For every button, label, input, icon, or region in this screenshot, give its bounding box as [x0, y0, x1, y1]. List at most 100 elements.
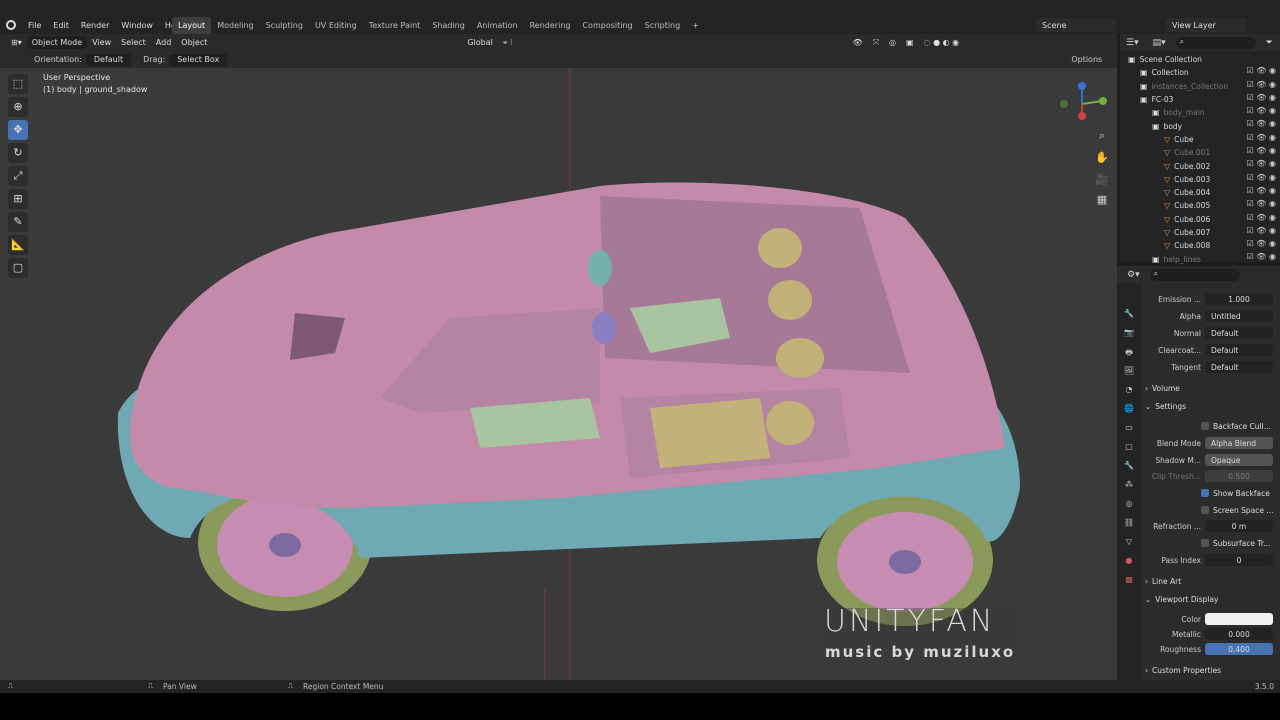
measure-tool-icon[interactable]: 📐	[8, 235, 28, 255]
visibility-toggle-icons[interactable]: ☑ 👁 ◉	[1247, 146, 1276, 155]
outliner-row[interactable]: ▣ body_main ☑ 👁 ◉	[1120, 106, 1280, 119]
clearcoat-field[interactable]: Default	[1205, 344, 1273, 356]
snap-icon[interactable]: ⌖ ⁝	[498, 36, 518, 49]
normal-field[interactable]: Default	[1205, 327, 1273, 339]
physics-tab-icon[interactable]: ◎	[1126, 499, 1133, 510]
color-swatch[interactable]	[1205, 613, 1273, 625]
zoom-icon[interactable]: ⌕	[1094, 128, 1110, 144]
alpha-field[interactable]: Untitled	[1205, 310, 1273, 322]
tab-rendering[interactable]: Rendering	[524, 17, 577, 34]
tool-tab-icon[interactable]: 🔧	[1124, 309, 1134, 320]
visibility-toggle-icons[interactable]: ☑ 👁 ◉	[1247, 66, 1276, 75]
emission-field[interactable]: 1.000	[1205, 293, 1273, 305]
add-cube-tool-icon[interactable]: ▢	[8, 258, 28, 278]
visibility-icon[interactable]: 👁	[847, 36, 867, 49]
outliner-row[interactable]: ▽ Cube.007 ☑ 👁 ◉	[1120, 226, 1280, 239]
subsurface-checkbox[interactable]: Subsurface Tr...	[1201, 536, 1270, 550]
constraints-tab-icon[interactable]: ⛓	[1124, 518, 1134, 529]
outliner-row[interactable]: ▽ Cube.004 ☑ 👁 ◉	[1120, 186, 1280, 199]
shading-mode-icons[interactable]: ◌ ● ◐ ◉	[919, 36, 965, 49]
screen-space-checkbox[interactable]: Screen Space ...	[1201, 503, 1274, 517]
refraction-field[interactable]: 0 m	[1205, 520, 1273, 532]
view-layer-selector[interactable]: View Layer	[1166, 18, 1246, 32]
custom-properties-panel[interactable]: › Custom Properties	[1145, 663, 1221, 677]
outliner-row[interactable]: ▽ Cube.006 ☑ 👁 ◉	[1120, 213, 1280, 226]
transform-tool-icon[interactable]: ⊞	[8, 189, 28, 209]
world-tab-icon[interactable]: 🌐	[1124, 404, 1134, 415]
filter-icon[interactable]: ⏷	[1266, 38, 1273, 48]
metallic-field[interactable]: 0.000	[1205, 628, 1273, 640]
clip-threshold-field[interactable]: 0.500	[1205, 470, 1273, 482]
scene-tab-icon[interactable]: ◔	[1126, 385, 1133, 396]
outliner-row[interactable]: ▣ body ☑ 👁 ◉	[1120, 119, 1280, 132]
mode-selector[interactable]: Object Mode	[26, 36, 88, 49]
select-menu[interactable]: Select	[116, 36, 151, 49]
visibility-toggle-icons[interactable]: ☑ 👁 ◉	[1247, 252, 1276, 261]
outliner-row[interactable]: ▣ Scene Collection	[1120, 53, 1280, 66]
output-tab-icon[interactable]: 🖶	[1125, 347, 1133, 358]
outliner-row[interactable]: ▽ Cube.008 ☑ 👁 ◉	[1120, 239, 1280, 252]
rotate-tool-icon[interactable]: ↻	[8, 143, 28, 163]
visibility-toggle-icons[interactable]: ☑ 👁 ◉	[1247, 213, 1276, 222]
outliner-row[interactable]: ▽ Cube.003 ☑ 👁 ◉	[1120, 173, 1280, 186]
visibility-toggle-icons[interactable]: ☑ 👁 ◉	[1247, 159, 1276, 168]
tab-modeling[interactable]: Modeling	[211, 17, 259, 34]
modifier-tab-icon[interactable]: 🔧	[1124, 461, 1134, 472]
particles-tab-icon[interactable]: ⁂	[1125, 480, 1133, 491]
menu-render[interactable]: Render	[75, 17, 115, 34]
outliner-row[interactable]: ▣ instances_Collection ☑ 👁 ◉	[1120, 80, 1280, 93]
properties-editor-icon[interactable]: ⚙▾	[1127, 270, 1140, 280]
texture-tab-icon[interactable]: ▩	[1125, 575, 1133, 586]
outliner-row[interactable]: ▣ Collection ☑ 👁 ◉	[1120, 66, 1280, 79]
gizmo-y-axis[interactable]	[1099, 97, 1107, 105]
show-backface-checkbox[interactable]: Show Backface	[1201, 486, 1270, 500]
drag-selector[interactable]: Select Box	[169, 53, 228, 66]
orientation-selector[interactable]: Default	[85, 53, 132, 66]
render-tab-icon[interactable]: 📷	[1124, 328, 1134, 339]
options-button[interactable]: Options	[1067, 55, 1106, 64]
material-tab-icon[interactable]: ●	[1126, 556, 1133, 567]
visibility-toggle-icons[interactable]: ☑ 👁 ◉	[1247, 93, 1276, 102]
gizmo-x-axis[interactable]	[1078, 112, 1086, 120]
view-menu[interactable]: View	[87, 36, 116, 49]
blender-logo-icon[interactable]	[6, 20, 16, 30]
add-menu[interactable]: Add	[151, 36, 177, 49]
transform-orientation-selector[interactable]: Global	[462, 36, 498, 49]
shadow-mode-select[interactable]: Opaque	[1205, 454, 1273, 466]
gizmo-toggle-icon[interactable]: ⤧	[868, 36, 884, 49]
camera-icon[interactable]: 🎥	[1094, 172, 1110, 188]
outliner-search-icon[interactable]: ⌕	[1175, 36, 1256, 49]
cursor-tool-icon[interactable]: ⊕	[8, 97, 28, 117]
menu-window[interactable]: Window	[115, 17, 159, 34]
data-tab-icon[interactable]: ▽	[1126, 537, 1132, 548]
menu-edit[interactable]: Edit	[47, 17, 75, 34]
outliner-row[interactable]: ▣ FC-03 ☑ 👁 ◉	[1120, 93, 1280, 106]
gizmo-z-axis[interactable]	[1078, 82, 1086, 90]
display-mode-icon[interactable]: ▤▾	[1153, 38, 1166, 48]
select-box-tool-icon[interactable]: ⬚	[8, 74, 28, 94]
outliner-row[interactable]: ▽ Cube.001 ☑ 👁 ◉	[1120, 146, 1280, 159]
settings-panel[interactable]: ⌄ Settings	[1145, 399, 1186, 413]
visibility-toggle-icons[interactable]: ☑ 👁 ◉	[1247, 80, 1276, 89]
menu-file[interactable]: File	[22, 17, 47, 34]
visibility-toggle-icons[interactable]: ☑ 👁 ◉	[1247, 106, 1276, 115]
pass-index-field[interactable]: 0	[1205, 554, 1273, 566]
tab-shading[interactable]: Shading	[426, 17, 471, 34]
tab-sculpting[interactable]: Sculpting	[260, 17, 309, 34]
gizmo-neg-y-axis[interactable]	[1060, 100, 1068, 108]
line-art-panel[interactable]: › Line Art	[1145, 574, 1181, 588]
visibility-toggle-icons[interactable]: ☑ 👁 ◉	[1247, 119, 1276, 128]
tab-texture-paint[interactable]: Texture Paint	[363, 17, 427, 34]
move-tool-icon[interactable]: ✥	[8, 120, 28, 140]
tab-compositing[interactable]: Compositing	[576, 17, 638, 34]
overlay-toggle-icon[interactable]: ◎	[884, 36, 901, 49]
pan-hand-icon[interactable]: ✋	[1094, 150, 1110, 166]
roughness-field[interactable]: 0.400	[1205, 643, 1273, 655]
object-menu[interactable]: Object	[176, 36, 212, 49]
viewport-display-panel[interactable]: ⌄ Viewport Display	[1145, 592, 1219, 606]
properties-search-icon[interactable]: ⌕	[1149, 268, 1240, 281]
add-workspace-button[interactable]: +	[686, 17, 705, 34]
3d-viewport[interactable]: User Perspective (1) body | ground_shado…	[0, 68, 1117, 680]
scene-selector[interactable]: Scene	[1036, 18, 1116, 32]
annotate-tool-icon[interactable]: ✎	[8, 212, 28, 232]
